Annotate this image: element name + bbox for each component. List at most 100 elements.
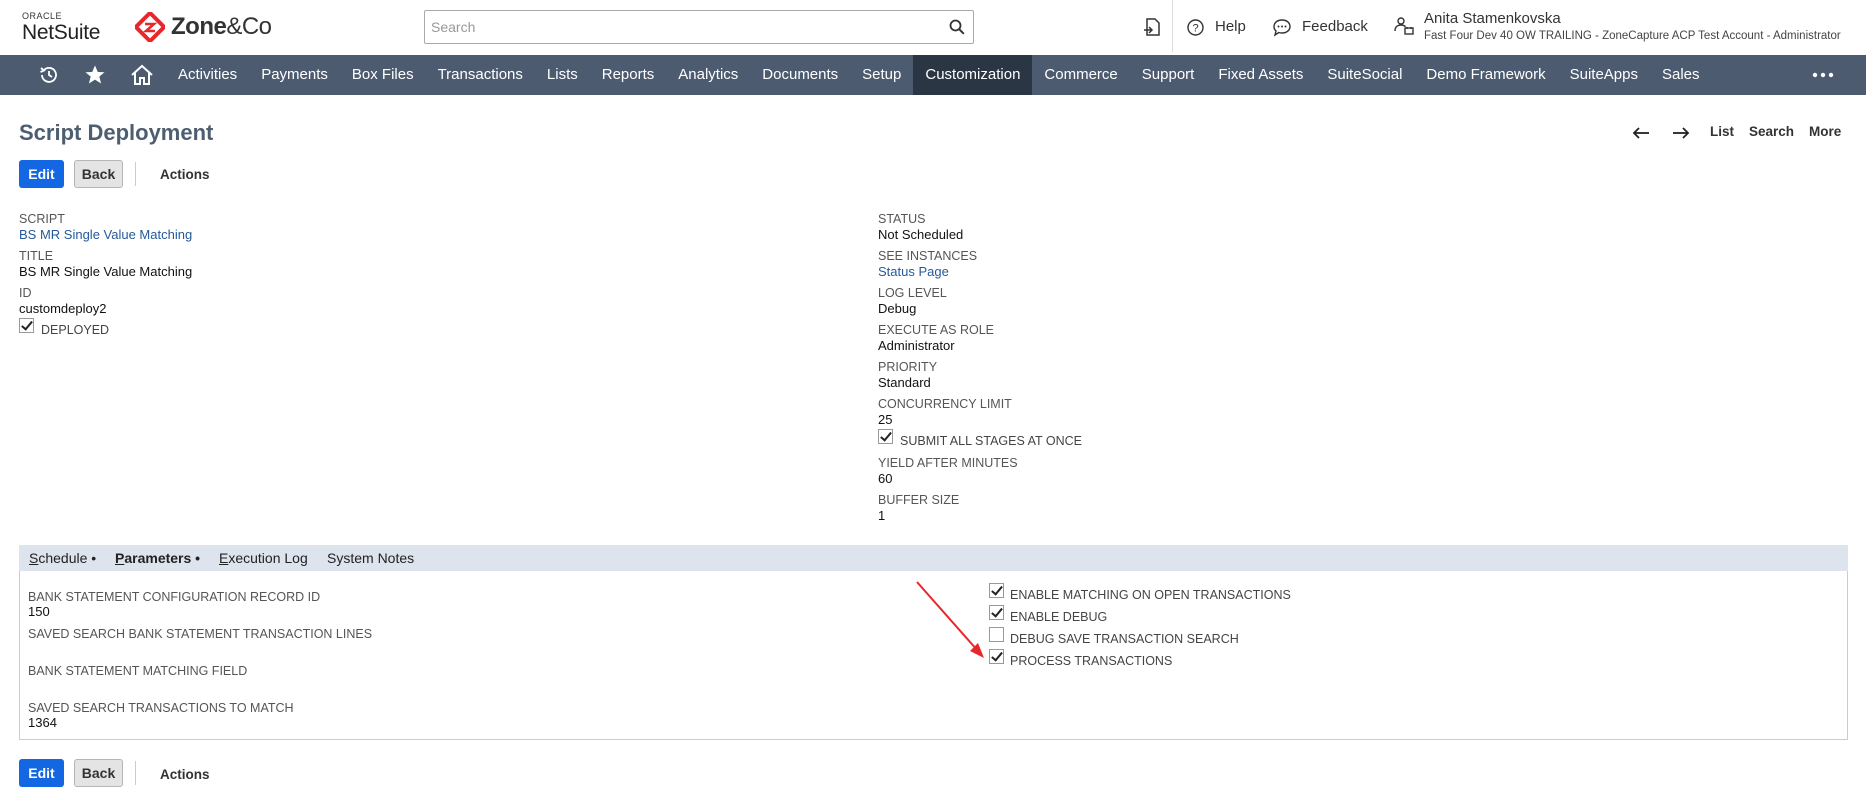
priority-value: Standard bbox=[878, 375, 931, 390]
bank-config-label: BANK STATEMENT CONFIGURATION RECORD ID bbox=[28, 590, 321, 604]
tab-schedule[interactable]: Schedule • bbox=[19, 545, 106, 571]
title-value: BS MR Single Value Matching bbox=[19, 264, 193, 279]
list-link[interactable]: List bbox=[1710, 124, 1734, 139]
param-label-debug-save-transaction-search: DEBUG SAVE TRANSACTION SEARCH bbox=[1010, 632, 1239, 646]
param-label-enable-debug: ENABLE DEBUG bbox=[1010, 610, 1108, 624]
param-label-process-transactions: PROCESS TRANSACTIONS bbox=[1010, 654, 1173, 668]
annotation-arrow bbox=[916, 581, 984, 658]
nav-item-activities[interactable]: Activities bbox=[166, 55, 249, 95]
page-title: Script Deployment bbox=[19, 120, 214, 145]
global-search-box[interactable] bbox=[424, 10, 974, 44]
concurrency-limit-value: 25 bbox=[878, 412, 893, 427]
log-level-label: LOG LEVEL bbox=[878, 286, 947, 300]
nav-menu: Activities Payments Box Files Transactions L… bbox=[166, 55, 1712, 95]
feedback-link[interactable]: Feedback bbox=[1302, 18, 1368, 35]
buffer-size-label: BUFFER SIZE bbox=[878, 493, 960, 507]
param-label-enable-matching-on-open-transactions: ENABLE MATCHING ON OPEN TRANSACTIONS bbox=[1010, 588, 1291, 602]
more-dots-icon bbox=[1812, 72, 1834, 78]
param-checkbox-debug-save-transaction-search bbox=[989, 627, 1004, 642]
actions-menu[interactable]: Actions bbox=[160, 167, 210, 182]
nav-item-transactions[interactable]: Transactions bbox=[426, 55, 535, 95]
script-link[interactable]: BS MR Single Value Matching bbox=[19, 227, 192, 242]
nav-item-support[interactable]: Support bbox=[1130, 55, 1207, 95]
param-checkbox-process-transactions bbox=[989, 649, 1004, 664]
header-divider bbox=[1172, 0, 1173, 52]
netsuite-text: NetSuite bbox=[22, 21, 101, 44]
back-button[interactable]: Back bbox=[74, 160, 123, 188]
edit-button[interactable]: Edit bbox=[19, 160, 64, 188]
home-nav[interactable] bbox=[127, 55, 157, 95]
back-button-bottom[interactable]: Back bbox=[74, 759, 123, 787]
previous-record-icon[interactable] bbox=[1632, 126, 1650, 140]
top-header: ORACLE NetSuite Zone&Co ? Help Feedback bbox=[0, 0, 1866, 55]
zone-brand-text: Zone&Co bbox=[171, 13, 272, 40]
subtab-bar: Schedule • Parameters • Execution Log Sy… bbox=[19, 545, 1848, 571]
home-icon bbox=[131, 64, 153, 85]
button-separator-bottom bbox=[135, 761, 136, 785]
zone-and-co-logo[interactable]: Zone&Co bbox=[135, 10, 272, 44]
button-separator bbox=[135, 162, 136, 186]
nav-item-analytics[interactable]: Analytics bbox=[666, 55, 750, 95]
nav-overflow-menu[interactable] bbox=[1808, 55, 1838, 95]
execute-as-role-label: EXECUTE AS ROLE bbox=[878, 323, 995, 337]
status-value: Not Scheduled bbox=[878, 227, 964, 242]
svg-text:?: ? bbox=[1192, 23, 1198, 35]
nav-item-suitesocial[interactable]: SuiteSocial bbox=[1315, 55, 1414, 95]
roles-icon[interactable] bbox=[1394, 16, 1414, 36]
nav-item-suiteapps[interactable]: SuiteApps bbox=[1558, 55, 1650, 95]
deployed-label: DEPLOYED bbox=[41, 323, 110, 337]
script-label: SCRIPT bbox=[19, 212, 65, 226]
edit-button-bottom[interactable]: Edit bbox=[19, 759, 64, 787]
oracle-netsuite-logo[interactable]: ORACLE NetSuite bbox=[22, 11, 101, 44]
matching-field-label: BANK STATEMENT MATCHING FIELD bbox=[28, 664, 248, 678]
id-label: ID bbox=[19, 286, 32, 300]
tab-execution-log[interactable]: Execution Log bbox=[209, 545, 318, 571]
param-checkbox-enable-debug bbox=[989, 605, 1004, 620]
nav-item-box-files[interactable]: Box Files bbox=[340, 55, 426, 95]
recent-history-nav[interactable] bbox=[34, 55, 64, 95]
user-account-info[interactable]: Fast Four Dev 40 OW TRAILING - ZoneCaptu… bbox=[1424, 30, 1841, 42]
global-search-input[interactable] bbox=[425, 11, 925, 43]
actions-menu-bottom[interactable]: Actions bbox=[160, 767, 210, 782]
favorites-nav[interactable] bbox=[80, 55, 110, 95]
yield-after-minutes-label: YIELD AFTER MINUTES bbox=[878, 456, 1018, 470]
nav-item-reports[interactable]: Reports bbox=[590, 55, 667, 95]
user-name[interactable]: Anita Stamenkovska bbox=[1424, 10, 1561, 27]
submit-all-stages-label: SUBMIT ALL STAGES AT ONCE bbox=[900, 434, 1083, 448]
feedback-icon[interactable] bbox=[1272, 18, 1292, 37]
search-icon[interactable] bbox=[949, 19, 965, 35]
submit-all-stages-checkbox bbox=[878, 429, 893, 444]
nav-item-payments[interactable]: Payments bbox=[249, 55, 340, 95]
tab-parameters[interactable]: Parameters • bbox=[105, 545, 211, 571]
next-record-icon[interactable] bbox=[1672, 126, 1690, 140]
param-checkbox-enable-matching-on-open-transactions bbox=[989, 583, 1004, 598]
nav-item-lists[interactable]: Lists bbox=[535, 55, 590, 95]
priority-label: PRIORITY bbox=[878, 360, 938, 374]
more-link[interactable]: More bbox=[1809, 124, 1841, 139]
concurrency-limit-label: CONCURRENCY LIMIT bbox=[878, 397, 1012, 411]
zone-diamond-icon bbox=[135, 12, 165, 42]
search-link[interactable]: Search bbox=[1749, 124, 1794, 139]
nav-item-demo-framework[interactable]: Demo Framework bbox=[1414, 55, 1557, 95]
nav-item-documents[interactable]: Documents bbox=[750, 55, 850, 95]
nav-item-commerce[interactable]: Commerce bbox=[1032, 55, 1129, 95]
oracle-text: ORACLE bbox=[22, 11, 63, 21]
nav-item-fixed-assets[interactable]: Fixed Assets bbox=[1206, 55, 1315, 95]
star-icon bbox=[85, 65, 105, 84]
saved-search-match-value: 1364 bbox=[28, 715, 57, 730]
history-icon bbox=[40, 67, 57, 83]
nav-item-sales[interactable]: Sales bbox=[1650, 55, 1712, 95]
nav-item-setup[interactable]: Setup bbox=[850, 55, 913, 95]
status-label: STATUS bbox=[878, 212, 926, 226]
tab-system-notes[interactable]: System Notes bbox=[317, 545, 424, 571]
help-link[interactable]: Help bbox=[1215, 18, 1246, 35]
help-icon[interactable]: ? bbox=[1187, 19, 1204, 36]
log-level-value: Debug bbox=[878, 301, 917, 316]
see-instances-label: SEE INSTANCES bbox=[878, 249, 978, 263]
nav-item-customization[interactable]: Customization bbox=[913, 55, 1033, 95]
id-value: customdeploy2 bbox=[19, 301, 107, 316]
saved-search-lines-label: SAVED SEARCH BANK STATEMENT TRANSACTION … bbox=[28, 627, 373, 641]
status-page-link[interactable]: Status Page bbox=[878, 264, 949, 279]
recent-records-icon[interactable] bbox=[1143, 17, 1163, 37]
deployed-checkbox bbox=[19, 318, 34, 333]
